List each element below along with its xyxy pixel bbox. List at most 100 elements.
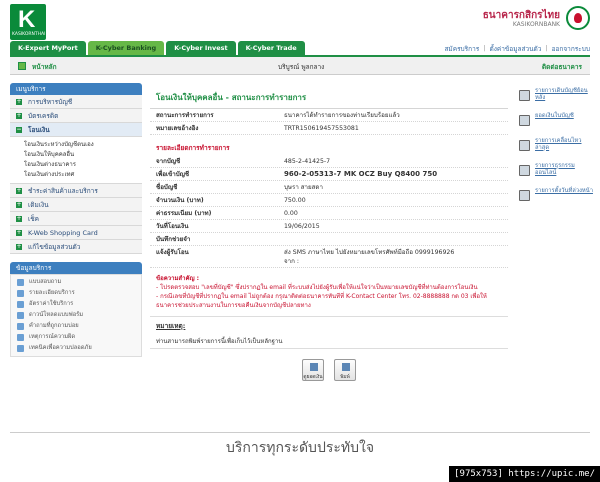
remark-line: ท่านสามารถพิมพ์รายการนี้เพื่อเก็บไว้เป็น…: [150, 335, 508, 349]
detail-value: 0.00: [284, 210, 298, 217]
home-link[interactable]: หน้าหลัก: [32, 62, 57, 72]
service-item[interactable]: อัตราค่าใช้บริการ: [11, 299, 141, 310]
fee-icon: [17, 301, 24, 308]
right-link-statement[interactable]: รายการเดินบัญชีย้อนหลัง: [517, 88, 593, 111]
sidebar-item-transfer[interactable]: − โอนเงิน: [10, 123, 142, 137]
separator: |: [483, 44, 486, 52]
top-links: สมัครบริการ | ตั้งค่าข้อมูลส่วนตัว | ออก…: [444, 44, 590, 54]
sidebar-item-label: K-Web Shopping Card: [28, 229, 98, 237]
settings-link[interactable]: ตั้งค่าข้อมูลส่วนตัว: [489, 44, 541, 54]
action-buttons: ดูยอดเงิน พิมพ์: [150, 359, 508, 381]
status-value: ธนาคารได้ทำรายการของท่านเรียบร้อยแล้ว: [284, 112, 400, 119]
detail-label: วันที่โอนเงิน: [156, 223, 189, 230]
sidebar-item-label: เช็ค: [28, 215, 39, 223]
sidebar-item-top-up[interactable]: + เติมเงิน: [10, 198, 142, 212]
detail-label: บันทึกช่วยจำ: [156, 236, 191, 243]
logo-letter: K: [18, 6, 36, 33]
tab-k-cyber-trade[interactable]: K-Cyber Trade: [237, 41, 305, 55]
detail-row: ค่าธรรมเนียม (บาท) 0.00: [150, 207, 508, 220]
detail-value: 485-2-41425-7: [284, 158, 331, 165]
submenu-other-bank[interactable]: โอนเงินต่างธนาคาร: [24, 160, 142, 170]
service-item[interactable]: ดาวน์โหลดแบบฟอร์ม: [11, 310, 141, 321]
service-item[interactable]: รายละเอียดบริการ: [11, 288, 141, 299]
submenu-own-account[interactable]: โอนเงินระหว่างบัญชีตนเอง: [24, 140, 142, 150]
detail-row: เพื่อเข้าบัญชี 960-2-05313-7 MK OCZ Buy Q…: [150, 168, 508, 181]
faq-icon: [17, 323, 24, 330]
submenu-overseas[interactable]: โอนเงินต่างประเทศ: [24, 170, 142, 180]
download-icon: [17, 312, 24, 319]
product-tabs: K-Expert MyPort K-Cyber Banking K-Cyber …: [10, 41, 305, 55]
detail-row: บันทึกช่วยจำ: [150, 233, 508, 246]
kbank-logo[interactable]: K KASIKORNTHAI: [10, 4, 46, 40]
detail-label: ชื่อบัญชี: [156, 184, 178, 191]
contact-bank-link[interactable]: ติดต่อธนาคาร: [542, 62, 582, 72]
notify-row: แจ้งผู้รับโอน ส่ง SMS ภาษาไทย ไปยังหมายเ…: [150, 246, 508, 268]
user-name: บริบูรณ์ พูลกลาง: [278, 63, 325, 71]
note-line-1: - โปรดตรวจสอบ "เลขที่บัญชี" ซึ่งปรากฏใน …: [156, 284, 478, 291]
service-item[interactable]: เหตุการณ์ความผิด: [11, 332, 141, 343]
status-label: สถานะการทำรายการ: [156, 112, 214, 119]
expand-icon: +: [16, 229, 22, 236]
collapse-icon: −: [16, 126, 22, 133]
service-info-header: ข้อมูลบริการ: [10, 262, 142, 274]
page-title: โอนเงินให้บุคคลอื่น - สถานะการทำรายการ: [150, 83, 508, 109]
tab-k-cyber-invest[interactable]: K-Cyber Invest: [166, 41, 236, 55]
service-label: รายละเอียดบริการ: [29, 290, 75, 296]
expand-icon: +: [16, 215, 22, 222]
right-sidebar: รายการเดินบัญชีย้อนหลัง ยอดเงินในบัญชี ร…: [517, 88, 593, 213]
home-icon[interactable]: [18, 62, 26, 70]
service-label: เทคนิคเพื่อความปลอดภัย: [29, 345, 92, 351]
right-link-recent[interactable]: รายการเคลื่อนไหวล่าสุด: [517, 138, 593, 161]
detail-label: จำนวนเงิน (บาท): [156, 197, 204, 204]
sidebar-item-cheque[interactable]: + เช็ค: [10, 212, 142, 226]
tab-k-expert-myport[interactable]: K-Expert MyPort: [10, 41, 86, 55]
print-button[interactable]: พิมพ์: [334, 359, 356, 381]
sidebar-item-edit-profile[interactable]: + แก้ไขข้อมูลส่วนตัว: [10, 240, 142, 254]
view-balance-button[interactable]: ดูยอดเงิน: [302, 359, 324, 381]
submenu-other-person[interactable]: โอนเงินให้บุคคลอื่น: [24, 150, 142, 160]
status-row: สถานะการทำรายการ ธนาคารได้ทำรายการของท่า…: [150, 109, 508, 122]
detail-value: 960-2-05313-7 MK OCZ Buy Q8400 750: [284, 170, 438, 178]
notify-value: ส่ง SMS ภาษาไทย ไปยังหมายเลขโทรศัพท์มือถ…: [284, 248, 454, 267]
sidebar-item-bill-payment[interactable]: + ชำระค่าสินค้าและบริการ: [10, 184, 142, 198]
detail-row: จากบัญชี 485-2-41425-7: [150, 155, 508, 168]
balance-icon: [310, 363, 318, 371]
sidebar-item-account-management[interactable]: + การบริหารบัญชี: [10, 95, 142, 109]
detail-value: 19/06/2015: [284, 223, 320, 230]
sidebar-item-label: แก้ไขข้อมูลส่วนตัว: [28, 243, 81, 251]
sidebar-item-label: โอนเงิน: [28, 126, 50, 134]
remark-title: หมายเหตุ:: [150, 316, 508, 335]
detail-value: 750.00: [284, 197, 306, 204]
right-link-scheduled[interactable]: รายการตั้งวันที่ล่วงหน้า: [517, 188, 593, 211]
detail-row: วันที่โอนเงิน 19/06/2015: [150, 220, 508, 233]
bank-name-en: KASIKORNBANK: [512, 21, 560, 28]
right-link-balance[interactable]: ยอดเงินในบัญชี: [517, 113, 593, 136]
service-label: ดาวน์โหลดแบบฟอร์ม: [29, 312, 84, 318]
service-item[interactable]: เทคนิคเพื่อความปลอดภัย: [11, 343, 141, 354]
service-label: คำถามที่ถูกถามบ่อย: [29, 323, 79, 329]
notify-value-line-2: จาก :: [284, 258, 299, 265]
detail-label: จากบัญชี: [156, 158, 181, 165]
detail-row: ชื่อบัญชี บุษรา สายสดา: [150, 181, 508, 194]
expand-icon: +: [16, 201, 22, 208]
menu-header: เมนูบริการ: [10, 83, 142, 95]
reference-value: TRTR150619457553081: [284, 125, 359, 132]
right-link-online[interactable]: รายการธุรกรรมออนไลน์: [517, 163, 593, 186]
transfer-submenu: โอนเงินระหว่างบัญชีตนเอง โอนเงินให้บุคคล…: [10, 137, 142, 184]
sidebar-item-credit-card[interactable]: + บัตรเครดิต: [10, 109, 142, 123]
register-link[interactable]: สมัครบริการ: [444, 44, 479, 54]
details-section-title: รายละเอียดการทำรายการ: [156, 144, 230, 152]
service-item[interactable]: แบบสอบถาม: [11, 277, 141, 288]
expand-icon: +: [16, 112, 22, 119]
footer-divider: [10, 432, 590, 433]
logout-link[interactable]: ออกจากระบบ: [552, 44, 590, 54]
reference-row: หมายเลขอ้างอิง TRTR150619457553081: [150, 122, 508, 135]
important-note: ข้อความสำคัญ : - โปรดตรวจสอบ "เลขที่บัญช…: [150, 268, 508, 316]
separator: |: [545, 44, 548, 52]
sidebar-item-k-web-shopping[interactable]: + K-Web Shopping Card: [10, 226, 142, 240]
service-label: อัตราค่าใช้บริการ: [29, 301, 74, 307]
service-item[interactable]: คำถามที่ถูกถามบ่อย: [11, 321, 141, 332]
survey-icon: [17, 279, 24, 286]
info-icon: [17, 290, 24, 297]
tab-k-cyber-banking[interactable]: K-Cyber Banking: [87, 41, 165, 55]
